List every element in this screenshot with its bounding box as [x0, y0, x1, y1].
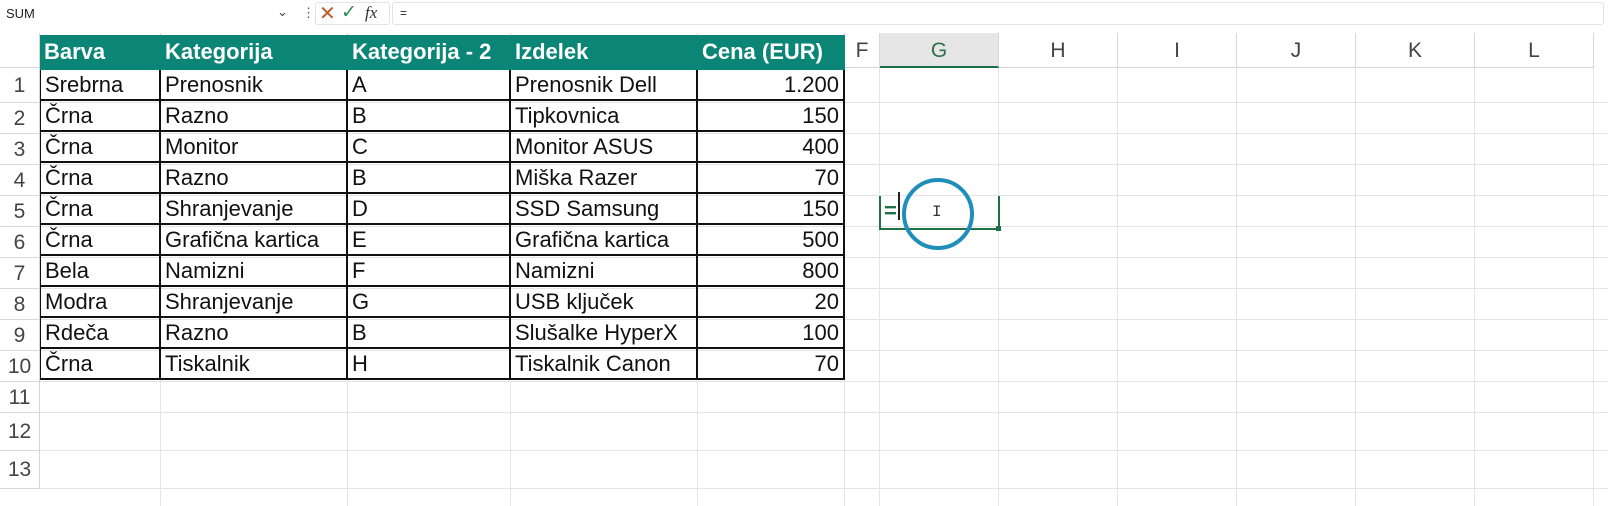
table-cell[interactable]: 1.200: [698, 70, 845, 101]
gridline-horizontal: [40, 450, 1608, 451]
column-header-i[interactable]: I: [1118, 33, 1237, 68]
table-cell[interactable]: E: [348, 225, 511, 256]
table-cell[interactable]: 20: [698, 287, 845, 318]
table-cell[interactable]: Razno: [161, 163, 348, 194]
table-cell[interactable]: Črna: [40, 163, 161, 194]
table-cell[interactable]: Monitor: [161, 132, 348, 163]
table-cell[interactable]: Tiskalnik: [161, 349, 348, 380]
table-cell[interactable]: Črna: [40, 101, 161, 132]
table-cell[interactable]: A: [348, 70, 511, 101]
table-cell[interactable]: Modra: [40, 287, 161, 318]
name-box[interactable]: SUM ⌄: [1, 1, 294, 26]
more-options-icon[interactable]: ⋮: [302, 5, 315, 21]
table-cell[interactable]: Razno: [161, 318, 348, 349]
table-cell[interactable]: C: [348, 132, 511, 163]
table-cell[interactable]: F: [348, 256, 511, 287]
column-header-j[interactable]: J: [1237, 33, 1356, 68]
formula-input[interactable]: =: [392, 2, 1604, 25]
table-header-cell[interactable]: Kategorija: [161, 35, 348, 70]
name-box-value: SUM: [6, 6, 35, 21]
table-cell[interactable]: USB ključek: [511, 287, 698, 318]
row-header-10[interactable]: 10: [0, 351, 40, 382]
table-cell[interactable]: G: [348, 287, 511, 318]
table-cell[interactable]: 400: [698, 132, 845, 163]
table-cell[interactable]: Shranjevanje: [161, 194, 348, 225]
row-header-8[interactable]: 8: [0, 289, 40, 320]
row-header-3[interactable]: 3: [0, 134, 40, 165]
column-header-l[interactable]: L: [1475, 33, 1594, 68]
table-header-cell[interactable]: Barva: [40, 35, 161, 70]
table-cell[interactable]: Črna: [40, 225, 161, 256]
table-cell[interactable]: Prenosnik: [161, 70, 348, 101]
table-cell[interactable]: 150: [698, 194, 845, 225]
insert-function-icon[interactable]: fx: [365, 3, 377, 23]
column-header-g[interactable]: G: [880, 33, 999, 68]
column-header-h[interactable]: H: [999, 33, 1118, 68]
table-cell[interactable]: H: [348, 349, 511, 380]
row-header-4[interactable]: 4: [0, 165, 40, 196]
select-all-corner[interactable]: [0, 33, 40, 68]
table-header-cell[interactable]: Kategorija - 2: [348, 35, 511, 70]
table-cell[interactable]: 70: [698, 349, 845, 380]
table-cell[interactable]: 70: [698, 163, 845, 194]
table-cell[interactable]: Tiskalnik Canon: [511, 349, 698, 380]
table-cell[interactable]: Črna: [40, 349, 161, 380]
table-cell[interactable]: B: [348, 101, 511, 132]
table-cell[interactable]: Namizni: [161, 256, 348, 287]
table-cell[interactable]: 800: [698, 256, 845, 287]
table-header-cell[interactable]: Cena (EUR): [698, 35, 845, 70]
table-cell[interactable]: B: [348, 318, 511, 349]
table-cell[interactable]: Monitor ASUS: [511, 132, 698, 163]
row-header-7[interactable]: 7: [0, 258, 40, 289]
table-cell[interactable]: Namizni: [511, 256, 698, 287]
cancel-icon[interactable]: ✕: [319, 1, 336, 26]
table-cell[interactable]: Črna: [40, 132, 161, 163]
row-header-5[interactable]: 5: [0, 196, 40, 227]
gridline-horizontal: [40, 381, 1608, 382]
table-cell[interactable]: Grafična kartica: [161, 225, 348, 256]
formula-bar: SUM ⌄ ⋮ ✕ ✓ fx =: [0, 0, 1608, 27]
formula-text: =: [400, 6, 408, 20]
gridline-horizontal: [40, 488, 1608, 489]
ibeam-cursor-icon: I: [932, 203, 942, 221]
fill-handle[interactable]: [996, 226, 1001, 231]
table-cell[interactable]: 150: [698, 101, 845, 132]
row-header-6[interactable]: 6: [0, 227, 40, 258]
chevron-down-icon[interactable]: ⌄: [277, 4, 288, 20]
row-header-11[interactable]: 11: [0, 382, 40, 413]
table-cell[interactable]: SSD Samsung: [511, 194, 698, 225]
table-cell[interactable]: Srebrna: [40, 70, 161, 101]
row-header-9[interactable]: 9: [0, 320, 40, 351]
table-cell[interactable]: Razno: [161, 101, 348, 132]
table-cell[interactable]: Slušalke HyperX: [511, 318, 698, 349]
column-header-k[interactable]: K: [1356, 33, 1475, 68]
table-cell[interactable]: D: [348, 194, 511, 225]
table-cell[interactable]: 100: [698, 318, 845, 349]
row-header-12[interactable]: 12: [0, 413, 40, 451]
enter-check-icon[interactable]: ✓: [341, 1, 357, 24]
table-cell[interactable]: Prenosnik Dell: [511, 70, 698, 101]
column-header-f[interactable]: F: [845, 33, 880, 68]
table-cell[interactable]: Tipkovnica: [511, 101, 698, 132]
row-header-1[interactable]: 1: [0, 68, 40, 103]
table-cell[interactable]: Grafična kartica: [511, 225, 698, 256]
text-caret: [898, 192, 900, 220]
table-cell[interactable]: Miška Razer: [511, 163, 698, 194]
table-cell[interactable]: Bela: [40, 256, 161, 287]
table-header-cell[interactable]: Izdelek: [511, 35, 698, 70]
active-cell-content: =: [884, 198, 897, 223]
table-cell[interactable]: Črna: [40, 194, 161, 225]
table-cell[interactable]: 500: [698, 225, 845, 256]
row-header-13[interactable]: 13: [0, 451, 40, 489]
row-header-2[interactable]: 2: [0, 103, 40, 134]
table-cell[interactable]: B: [348, 163, 511, 194]
table-cell[interactable]: Rdeča: [40, 318, 161, 349]
table-cell[interactable]: Shranjevanje: [161, 287, 348, 318]
gridline-horizontal: [40, 412, 1608, 413]
